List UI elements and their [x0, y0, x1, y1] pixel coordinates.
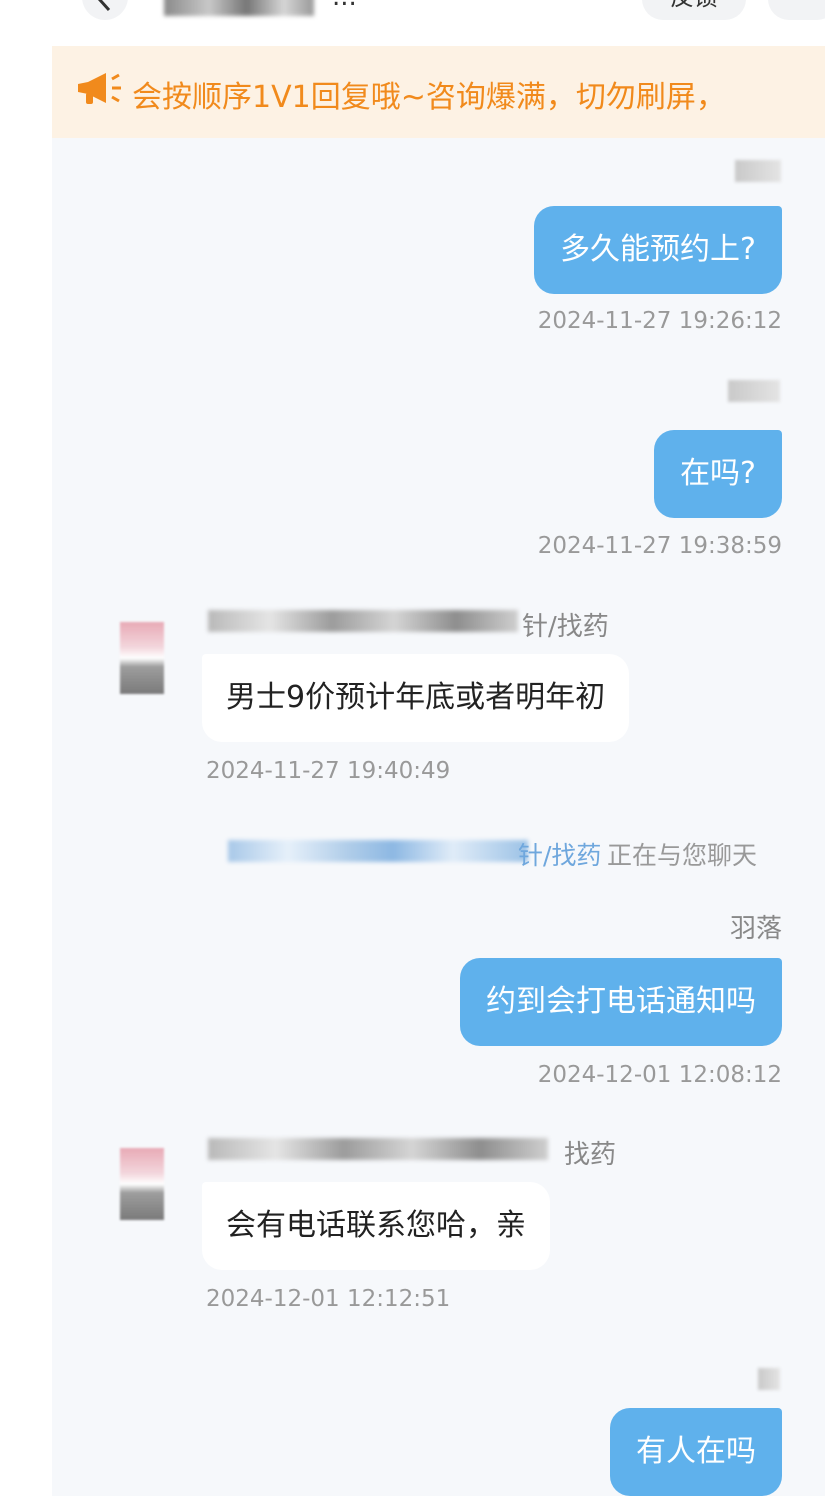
- agent-status-text: 正在与您聊天: [607, 841, 758, 870]
- agent-avatar[interactable]: [120, 1148, 164, 1220]
- notice-banner: 会按顺序1V1回复哦~咨询爆满，切勿刷屏，: [52, 46, 825, 138]
- chat-title-redacted: [164, 0, 314, 16]
- agent-name: 针/找药: [208, 606, 668, 642]
- top-bar: ... 反馈 ···: [52, 0, 825, 46]
- agent-name-redacted: [208, 1138, 548, 1160]
- my-name: 羽落: [729, 914, 782, 944]
- my-message-bubble[interactable]: 在吗?: [654, 430, 782, 518]
- agent-name-redacted: [208, 610, 518, 632]
- message-timestamp: 2024-11-27 19:38:59: [537, 533, 782, 559]
- chat-screen: ... 反馈 ··· 会按顺序1V1回复哦~咨询爆满，切勿刷屏， 多久能预约上?…: [52, 0, 825, 1496]
- megaphone-icon: [78, 73, 121, 104]
- agent-message-bubble[interactable]: 男士9价预计年底或者明年初: [202, 654, 630, 742]
- agent-name-label: 针/找药: [522, 612, 609, 642]
- chevron-left-icon: [97, 0, 111, 12]
- message-timestamp: 2024-11-27 19:26:12: [537, 308, 782, 334]
- back-button[interactable]: [82, 0, 128, 20]
- feedback-button[interactable]: 反馈: [642, 0, 746, 20]
- agent-name-label: 找药: [564, 1140, 617, 1170]
- agent-avatar[interactable]: [120, 622, 164, 694]
- my-message-bubble[interactable]: 约到会打电话通知吗: [460, 958, 782, 1046]
- my-message-bubble[interactable]: 有人在吗: [610, 1408, 782, 1496]
- agent-name: 找药: [208, 1134, 668, 1170]
- message-timestamp: 2024-12-01 12:08:12: [537, 1062, 782, 1088]
- agent-status-link[interactable]: 针/找药: [518, 836, 601, 872]
- message-timestamp: 2024-11-27 19:40:49: [206, 758, 451, 784]
- agent-message-bubble[interactable]: 会有电话联系您哈，亲: [202, 1182, 550, 1270]
- my-name-redacted: [728, 380, 780, 402]
- my-name-redacted: [758, 1368, 780, 1390]
- agent-status-line: 针/找药 正在与您聊天: [52, 836, 825, 870]
- more-button[interactable]: ···: [768, 0, 825, 20]
- message-timestamp: 2024-12-01 12:12:51: [206, 1286, 451, 1312]
- my-name-redacted: [735, 160, 781, 182]
- notice-text: 会按顺序1V1回复哦~咨询爆满，切勿刷屏，: [132, 80, 726, 115]
- my-message-bubble[interactable]: 多久能预约上?: [534, 206, 782, 294]
- agent-status-redacted: [228, 840, 528, 862]
- chat-title-suffix: ...: [332, 0, 357, 12]
